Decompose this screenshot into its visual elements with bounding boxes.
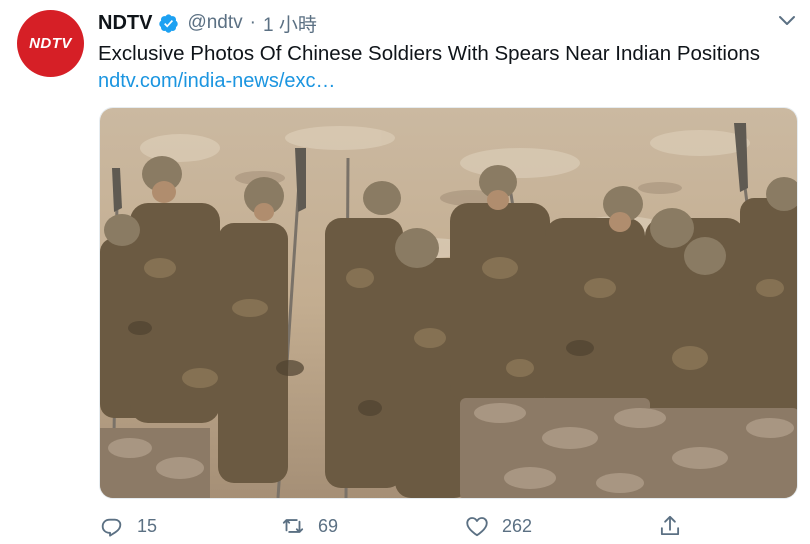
like-count: 262 — [502, 515, 533, 536]
like-button[interactable]: 262 — [464, 513, 532, 539]
tweet-header: NDTV @ndtv · 1 小時 — [98, 10, 317, 36]
reply-count: 15 — [137, 515, 158, 536]
share-icon — [660, 515, 680, 536]
separator-dot: · — [249, 12, 256, 33]
tweet-timestamp[interactable]: 1 小時 — [263, 10, 317, 37]
reply-button[interactable]: 15 — [99, 513, 157, 539]
retweet-icon — [282, 519, 304, 533]
share-button[interactable] — [657, 513, 683, 539]
tweet-photo[interactable] — [99, 107, 798, 499]
verified-badge-icon — [159, 13, 179, 33]
chevron-down-icon[interactable] — [778, 14, 796, 28]
avatar[interactable]: NDTV — [17, 10, 84, 77]
tweet-actions: 15 69 262 — [0, 510, 810, 544]
author-handle[interactable]: @ndtv — [187, 12, 242, 34]
avatar-logo-text: NDTV — [29, 35, 72, 52]
retweet-count: 69 — [318, 515, 339, 536]
tweet-text: Exclusive Photos Of Chinese Soldiers Wit… — [98, 42, 761, 65]
reply-icon — [101, 518, 122, 537]
heart-icon — [466, 517, 488, 537]
soldiers-photo — [100, 108, 797, 498]
retweet-button[interactable]: 69 — [280, 513, 338, 539]
tweet-link[interactable]: ndtv.com/india-news/exc… — [98, 70, 336, 93]
tweet[interactable]: NDTV NDTV @ndtv · 1 小時 Exclusive Photos … — [0, 0, 810, 544]
author-name[interactable]: NDTV — [98, 12, 152, 35]
